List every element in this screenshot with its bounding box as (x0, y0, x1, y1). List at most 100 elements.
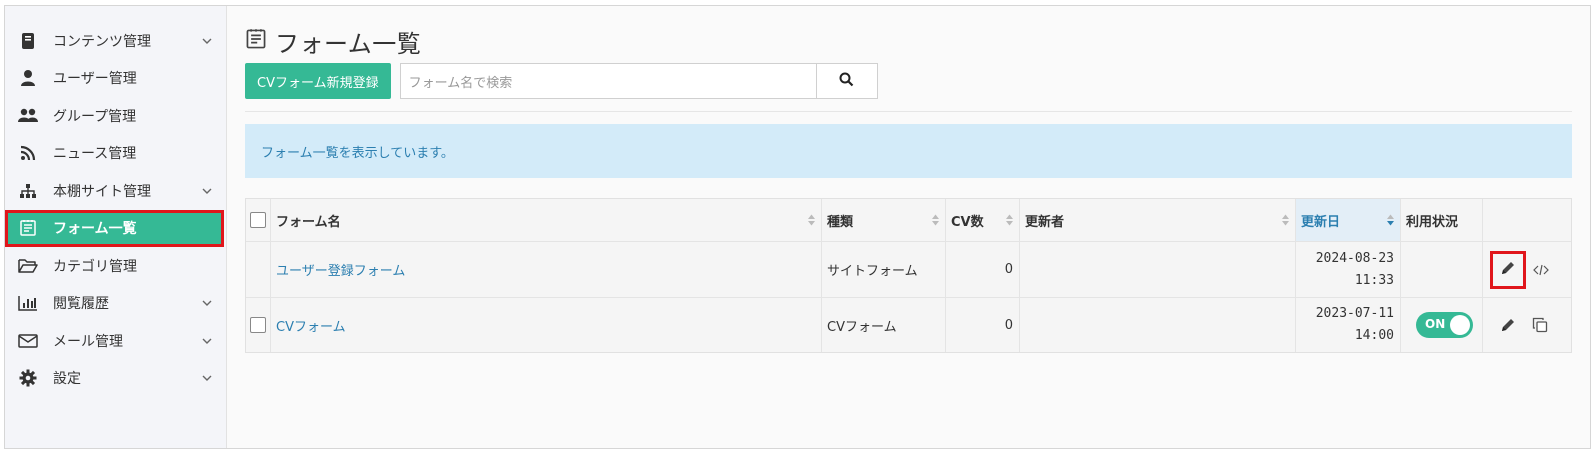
pencil-icon (1500, 260, 1516, 280)
sidebar-item-contents[interactable]: コンテンツ管理 (5, 22, 226, 60)
search-bar: フォーム名で検索 (399, 63, 878, 99)
page-title: フォーム一覧 (275, 29, 422, 58)
sidebar-item-label: 閲覧履歴 (53, 296, 109, 313)
row-select-cell (246, 242, 271, 297)
sort-icon (932, 214, 939, 226)
column-label: 利用状況 (1406, 214, 1459, 230)
column-header-updater[interactable]: 更新者 (1020, 199, 1296, 241)
form-name-link[interactable]: CVフォーム (276, 316, 346, 335)
form-type-cell: CVフォーム (822, 298, 946, 352)
pencil-icon[interactable] (1497, 314, 1519, 336)
sidebar-item-label: メール管理 (53, 333, 123, 350)
forms-table: フォーム名 種類 CV数 更新者 更新日 利用状況 ユーザー登録フォーム サイト… (245, 198, 1572, 353)
updater-cell (1020, 242, 1296, 297)
updated-time: 11:33 (1354, 272, 1394, 288)
updated-date: 2023-07-11 (1315, 306, 1394, 321)
search-input[interactable]: フォーム名で検索 (399, 63, 816, 99)
sidebar-item-label: ユーザー管理 (53, 71, 137, 88)
form-name-link[interactable]: ユーザー登録フォーム (276, 260, 405, 279)
column-header-name[interactable]: フォーム名 (271, 199, 822, 241)
updated-date: 2024-08-23 (1315, 250, 1394, 266)
chevron-down-icon (202, 336, 212, 346)
folder-icon (17, 255, 39, 277)
sitemap-icon (17, 180, 39, 202)
column-label: 更新者 (1025, 214, 1065, 230)
actions-cell (1483, 242, 1571, 297)
column-label: CV数 (951, 214, 984, 230)
sort-icon (1282, 214, 1289, 226)
user-icon (17, 67, 39, 89)
sort-desc-icon (1387, 214, 1394, 226)
toggle-label: ON (1425, 317, 1446, 331)
sidebar-item-bookshelf[interactable]: 本棚サイト管理 (5, 172, 226, 210)
sidebar-item-forms[interactable]: フォーム一覧 (5, 209, 224, 247)
info-message: フォーム一覧を表示しています。 (245, 124, 1572, 178)
form-icon (17, 217, 39, 239)
updated-date-cell: 2024-08-23 11:33 (1296, 242, 1401, 297)
sidebar-item-news[interactable]: ニュース管理 (5, 135, 226, 173)
users-icon (17, 105, 39, 127)
column-header-cv[interactable]: CV数 (946, 199, 1020, 241)
status-toggle[interactable]: ON (1416, 312, 1473, 338)
rss-icon (17, 142, 39, 164)
updated-time: 14:00 (1354, 328, 1394, 343)
table-row: ユーザー登録フォーム サイトフォーム 0 2024-08-23 11:33 (246, 242, 1571, 298)
search-button[interactable] (815, 63, 878, 99)
chevron-down-icon (202, 373, 212, 383)
sort-icon (808, 214, 815, 226)
actions-cell (1483, 298, 1571, 352)
sidebar-item-label: コンテンツ管理 (53, 33, 151, 50)
gear-icon (17, 367, 39, 389)
updated-date-cell: 2023-07-11 14:00 (1296, 298, 1401, 352)
edit-button[interactable] (1490, 250, 1526, 289)
page-header: フォーム一覧 (245, 26, 1572, 58)
column-header-type[interactable]: 種類 (822, 199, 946, 241)
chart-icon (17, 292, 39, 314)
new-cv-form-button[interactable]: CVフォーム新規登録 (245, 63, 391, 99)
sidebar-item-history[interactable]: 閲覧履歴 (5, 285, 226, 323)
sidebar: コンテンツ管理 ユーザー管理 グループ管理 ニュース管理 本棚サイト管理 フォー… (5, 6, 227, 448)
app-frame: コンテンツ管理 ユーザー管理 グループ管理 ニュース管理 本棚サイト管理 フォー… (4, 5, 1591, 449)
column-header-status: 利用状況 (1401, 199, 1483, 241)
sidebar-item-settings[interactable]: 設定 (5, 360, 226, 398)
chevron-down-icon (202, 298, 212, 308)
main-content: フォーム一覧 CVフォーム新規登録 フォーム名で検索 フォーム一覧を表示していま… (227, 6, 1590, 448)
sidebar-item-label: グループ管理 (53, 108, 137, 125)
sidebar-item-label: 本棚サイト管理 (53, 183, 151, 200)
chevron-down-icon (202, 186, 212, 196)
cv-count-cell: 0 (946, 242, 1020, 297)
sidebar-item-label: フォーム一覧 (53, 221, 137, 238)
select-all-checkbox[interactable] (250, 212, 266, 228)
select-all-cell (246, 199, 271, 241)
copy-icon[interactable] (1529, 314, 1551, 336)
form-name-cell: CVフォーム (271, 298, 822, 352)
column-label: フォーム名 (276, 214, 341, 230)
sidebar-item-label: ニュース管理 (53, 146, 137, 163)
form-icon (245, 28, 267, 54)
table-header: フォーム名 種類 CV数 更新者 更新日 利用状況 (246, 199, 1571, 242)
sidebar-item-users[interactable]: ユーザー管理 (5, 60, 226, 98)
sidebar-item-label: カテゴリ管理 (53, 258, 137, 275)
sidebar-item-groups[interactable]: グループ管理 (5, 97, 226, 135)
chevron-down-icon (202, 36, 212, 46)
sort-icon (1006, 214, 1013, 226)
cv-count-cell: 0 (946, 298, 1020, 352)
column-header-date[interactable]: 更新日 (1296, 199, 1401, 241)
column-header-actions (1483, 199, 1571, 241)
column-label: 種類 (827, 214, 854, 230)
table-row: CVフォーム CVフォーム 0 2023-07-11 14:00 ON (246, 298, 1571, 352)
updater-cell (1020, 298, 1296, 352)
embed-code-icon[interactable] (1530, 259, 1552, 281)
status-cell (1401, 242, 1483, 297)
row-checkbox[interactable] (250, 317, 266, 333)
mail-icon (17, 330, 39, 352)
search-icon (839, 72, 854, 91)
status-cell: ON (1401, 298, 1483, 352)
toolbar: CVフォーム新規登録 フォーム名で検索 (245, 63, 1572, 99)
book-icon (17, 30, 39, 52)
toggle-knob (1450, 315, 1470, 335)
sidebar-item-categories[interactable]: カテゴリ管理 (5, 247, 226, 285)
sidebar-item-mail[interactable]: メール管理 (5, 322, 226, 360)
form-type-cell: サイトフォーム (822, 242, 946, 297)
divider (245, 111, 1572, 112)
